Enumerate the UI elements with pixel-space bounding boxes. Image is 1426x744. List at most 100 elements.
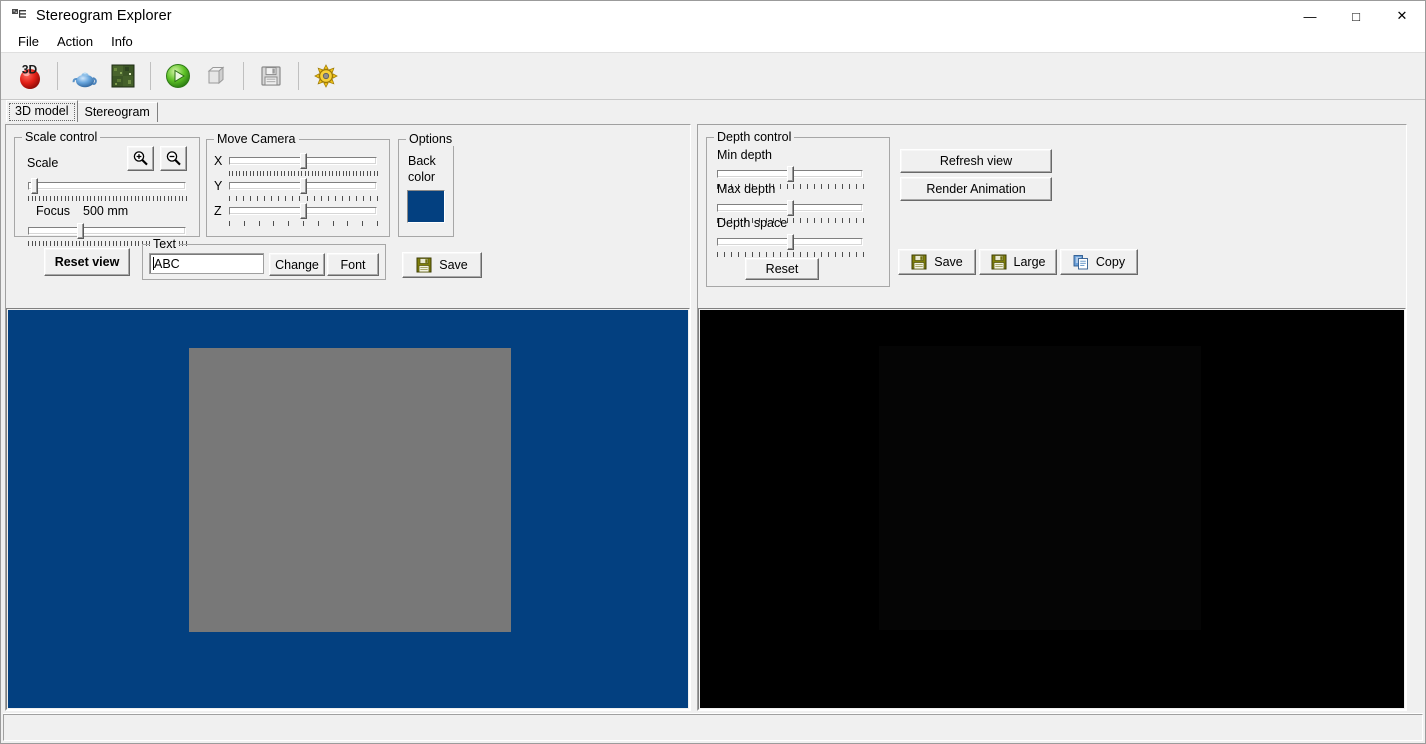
status-bar-frame	[3, 714, 1423, 741]
depth-space-slider[interactable]	[717, 234, 864, 258]
camera-y-thumb[interactable]	[300, 178, 307, 194]
texture-swatch-icon	[111, 64, 135, 88]
stereogram-viewport[interactable]	[698, 308, 1406, 710]
toolbar: 3D	[1, 53, 1425, 100]
depth-reset-button[interactable]: Reset	[745, 258, 819, 280]
save-large-button[interactable]: Large	[979, 249, 1057, 275]
camera-z-thumb[interactable]	[300, 203, 307, 219]
depth-reset-label: Reset	[765, 262, 799, 276]
title-bar: Stereogram Explorer — □ ✕	[1, 1, 1425, 31]
status-bar	[3, 713, 1423, 741]
save-stereogram-label: Save	[934, 255, 963, 269]
scale-slider-thumb[interactable]	[31, 178, 39, 194]
text-group: Text ABC Change Font	[142, 237, 386, 280]
options-title: Options	[406, 132, 456, 146]
zoom-out-icon	[166, 151, 181, 166]
load-model-button[interactable]	[66, 57, 104, 95]
scale-slider-groove	[28, 182, 186, 190]
camera-x-thumb[interactable]	[300, 153, 307, 169]
change-text-button[interactable]: Change	[269, 253, 325, 276]
menu-item-file[interactable]: File	[9, 32, 48, 51]
copy-pages-icon	[1073, 254, 1089, 270]
max-depth-thumb[interactable]	[787, 200, 794, 216]
font-label: Font	[340, 257, 366, 272]
zoom-in-button[interactable]	[127, 146, 154, 171]
window-controls: — □ ✕	[1287, 1, 1425, 31]
refresh-view-button[interactable]: Refresh view	[900, 149, 1052, 173]
toolbar-separator	[150, 62, 151, 90]
3d-model-viewport[interactable]	[6, 308, 690, 710]
tab-3d-model[interactable]: 3D model	[6, 100, 78, 122]
toolbar-separator	[57, 62, 58, 90]
texture-button[interactable]	[104, 57, 142, 95]
back-color-swatch[interactable]	[407, 190, 445, 223]
save-button[interactable]	[252, 57, 290, 95]
toolbar-separator	[298, 62, 299, 90]
menu-item-action[interactable]: Action	[48, 32, 102, 51]
cube-button[interactable]	[197, 57, 235, 95]
font-button[interactable]: Font	[327, 253, 379, 276]
depth-space-label: Depth space	[717, 216, 788, 230]
move-camera-title: Move Camera	[214, 132, 299, 146]
app-3d-icon	[11, 8, 27, 24]
text-group-title: Text	[150, 237, 179, 251]
back-color-label-line2: color	[408, 170, 436, 184]
3d-model-object	[189, 348, 511, 632]
move-camera-group: Move Camera X Y Z	[206, 132, 390, 237]
tab-focus-outline	[9, 103, 75, 121]
text-input[interactable]: ABC	[149, 253, 264, 274]
change-label: Change	[275, 257, 319, 272]
options-group: Options Back color	[398, 132, 456, 237]
floppy-disk-icon	[991, 254, 1007, 270]
render-button[interactable]	[159, 57, 197, 95]
3d-sphere-icon: 3D	[20, 63, 40, 89]
max-depth-label: Max depth	[717, 182, 776, 196]
menu-item-info[interactable]: Info	[102, 32, 142, 51]
green-play-icon	[166, 64, 190, 88]
copy-label: Copy	[1095, 255, 1126, 269]
camera-z-ticks	[229, 221, 378, 227]
minimize-button[interactable]: —	[1287, 1, 1333, 31]
toolbar-separator	[243, 62, 244, 90]
back-color-label-line1: Back	[408, 154, 436, 168]
render-animation-label: Render Animation	[926, 182, 1026, 196]
camera-z-slider[interactable]	[229, 203, 378, 227]
3d-model-canvas[interactable]	[8, 310, 688, 708]
left-controls: Scale control Scale Focus 500 mm Move Ca…	[6, 125, 690, 308]
new-3d-scene-button[interactable]: 3D	[11, 57, 49, 95]
scale-label: Scale	[27, 156, 59, 170]
save-model-button[interactable]: Save	[402, 252, 482, 278]
focus-slider-thumb[interactable]	[77, 223, 85, 239]
focus-label: Focus	[36, 204, 71, 218]
yellow-gear-icon	[314, 64, 338, 88]
close-button[interactable]: ✕	[1379, 1, 1425, 31]
zoom-out-button[interactable]	[160, 146, 187, 171]
render-animation-button[interactable]: Render Animation	[900, 177, 1052, 201]
reset-view-button[interactable]: Reset view	[44, 248, 130, 276]
min-depth-thumb[interactable]	[787, 166, 794, 182]
stereogram-object	[879, 346, 1201, 630]
stereogram-canvas[interactable]	[700, 310, 1404, 708]
depth-control-title: Depth control	[714, 130, 795, 144]
right-controls: Depth control Min depth Max depth Depth …	[698, 125, 1406, 308]
min-depth-label: Min depth	[717, 148, 772, 162]
floppy-disk-icon	[261, 66, 281, 86]
save-large-label: Large	[1013, 255, 1046, 269]
camera-x-label: X	[214, 154, 223, 168]
camera-x-slider[interactable]	[229, 153, 378, 177]
text-input-value: ABC	[154, 256, 180, 271]
maximize-button[interactable]: □	[1333, 1, 1379, 31]
settings-button[interactable]	[307, 57, 345, 95]
scale-control-group: Scale control Scale Focus 500 mm	[14, 130, 200, 246]
window-title: Stereogram Explorer	[36, 8, 172, 24]
scale-slider[interactable]	[28, 178, 187, 202]
depth-space-thumb[interactable]	[787, 234, 794, 250]
focus-value: 500 mm	[83, 204, 129, 218]
copy-button[interactable]: Copy	[1060, 249, 1138, 275]
camera-y-ticks	[229, 196, 378, 202]
wireframe-cube-icon	[207, 66, 225, 85]
camera-y-slider[interactable]	[229, 178, 378, 202]
save-model-label: Save	[439, 258, 468, 272]
save-stereogram-button[interactable]: Save	[898, 249, 976, 275]
tab-stereogram[interactable]: Stereogram	[76, 102, 158, 122]
